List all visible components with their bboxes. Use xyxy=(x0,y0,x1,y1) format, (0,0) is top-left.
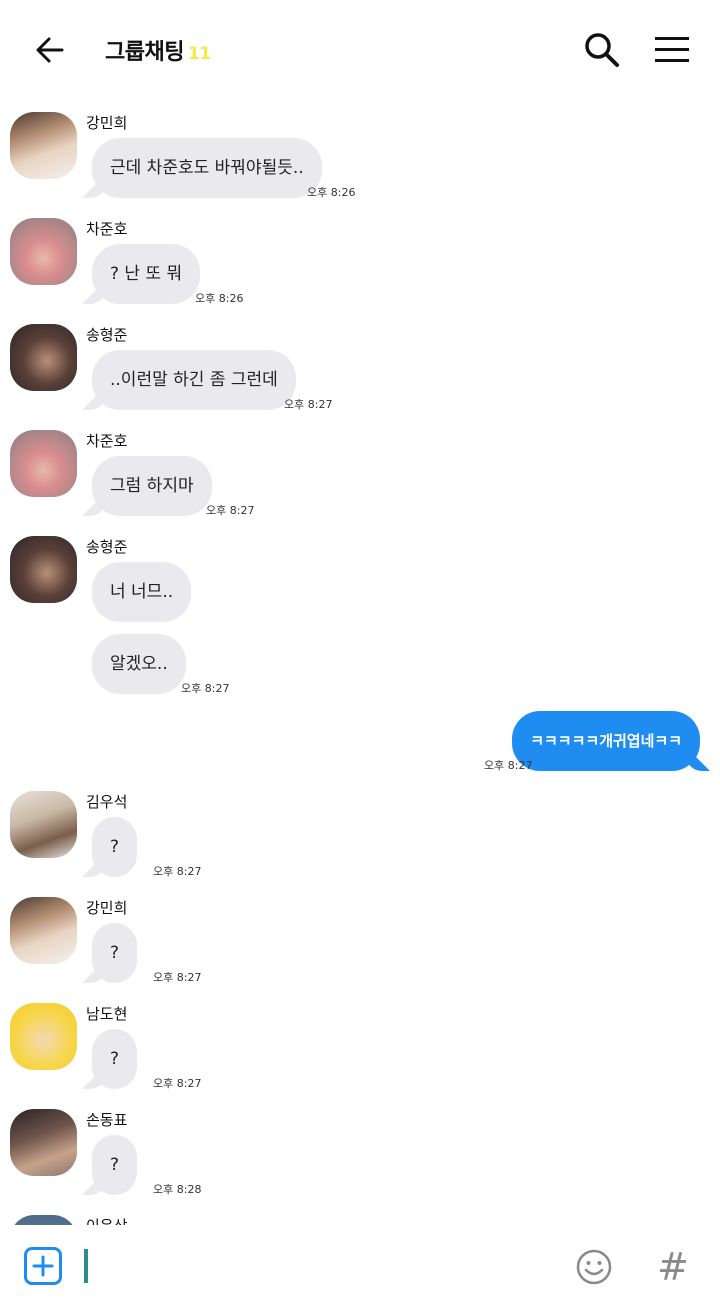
sender-name: 이은상 xyxy=(86,1215,127,1225)
message-time: 오후 8:28 xyxy=(153,1183,202,1196)
sender-name: 김우석 xyxy=(86,793,128,811)
message-time: 오후 8:27 xyxy=(181,682,230,695)
plus-square-icon xyxy=(32,1255,54,1277)
avatar[interactable] xyxy=(10,430,77,497)
message-time: 오후 8:27 xyxy=(153,865,202,878)
message-time: 오후 8:27 xyxy=(153,971,202,984)
hashtag-button[interactable]: # xyxy=(656,1245,690,1289)
smiley-icon xyxy=(576,1249,612,1285)
avatar[interactable] xyxy=(10,1003,77,1070)
message-bubble[interactable]: 알겠오.. xyxy=(92,634,186,694)
sender-name: 송형준 xyxy=(86,538,128,556)
message-bubble[interactable]: ? xyxy=(92,1029,138,1089)
message-time: 오후 8:27 xyxy=(206,504,255,517)
message-bubble[interactable]: ..이런말 하긴 좀 그런데 xyxy=(92,350,296,410)
sender-name: 차준호 xyxy=(86,432,128,450)
message-bubble[interactable]: ? 난 또 뭐 xyxy=(92,244,201,304)
message-bubble[interactable]: ? xyxy=(92,817,138,877)
chat-header: 그룹채팅 11 xyxy=(0,0,720,100)
avatar[interactable] xyxy=(10,324,77,391)
avatar[interactable] xyxy=(10,791,77,858)
message-time: 오후 8:26 xyxy=(195,292,244,305)
my-message-bubble[interactable]: ㅋㅋㅋㅋㅋ개귀엽네ㅋㅋ xyxy=(512,711,700,771)
sender-name: 강민희 xyxy=(86,899,128,917)
message-bubble[interactable]: 너 너므.. xyxy=(92,562,192,622)
avatar[interactable] xyxy=(10,897,77,964)
sender-name: 남도현 xyxy=(86,1005,128,1023)
sender-name: 송형준 xyxy=(86,326,128,344)
message-bubble[interactable]: 그럼 하지마 xyxy=(92,456,212,516)
sender-name: 차준호 xyxy=(86,220,128,238)
avatar[interactable] xyxy=(10,218,77,285)
avatar[interactable] xyxy=(10,536,77,603)
back-button[interactable] xyxy=(30,30,70,70)
avatar[interactable] xyxy=(10,112,77,179)
message-time: 오후 8:27 xyxy=(153,1077,202,1090)
message-time: 오후 8:27 xyxy=(484,759,533,772)
text-cursor xyxy=(84,1249,88,1283)
hamburger-menu-icon xyxy=(655,37,689,62)
sender-name: 손동표 xyxy=(86,1111,128,1129)
avatar[interactable] xyxy=(10,1109,77,1176)
chat-title-text: 그룹채팅 xyxy=(105,40,184,65)
add-attachment-button[interactable] xyxy=(24,1247,62,1285)
message-time: 오후 8:26 xyxy=(307,186,356,199)
message-time: 오후 8:27 xyxy=(284,398,333,411)
sender-name: 강민희 xyxy=(86,114,128,132)
message-list[interactable]: 강민희 근데 차준호도 바꿔야될듯.. 오후 8:26 차준호 ? 난 또 뭐 … xyxy=(0,100,720,1225)
avatar[interactable] xyxy=(10,1215,77,1225)
member-count: 11 xyxy=(187,44,211,64)
search-icon xyxy=(585,33,619,67)
search-button[interactable] xyxy=(580,28,624,72)
chat-title: 그룹채팅 11 xyxy=(105,34,211,66)
arrow-left-icon xyxy=(36,37,64,63)
emoji-button[interactable] xyxy=(576,1249,612,1285)
message-input[interactable] xyxy=(96,1245,546,1287)
message-bubble[interactable]: 근데 차준호도 바꿔야될듯.. xyxy=(92,138,322,198)
menu-button[interactable] xyxy=(650,28,694,72)
message-bubble[interactable]: ? xyxy=(92,1135,138,1195)
message-bubble[interactable]: ? xyxy=(92,923,138,983)
message-composer: # xyxy=(0,1225,720,1309)
